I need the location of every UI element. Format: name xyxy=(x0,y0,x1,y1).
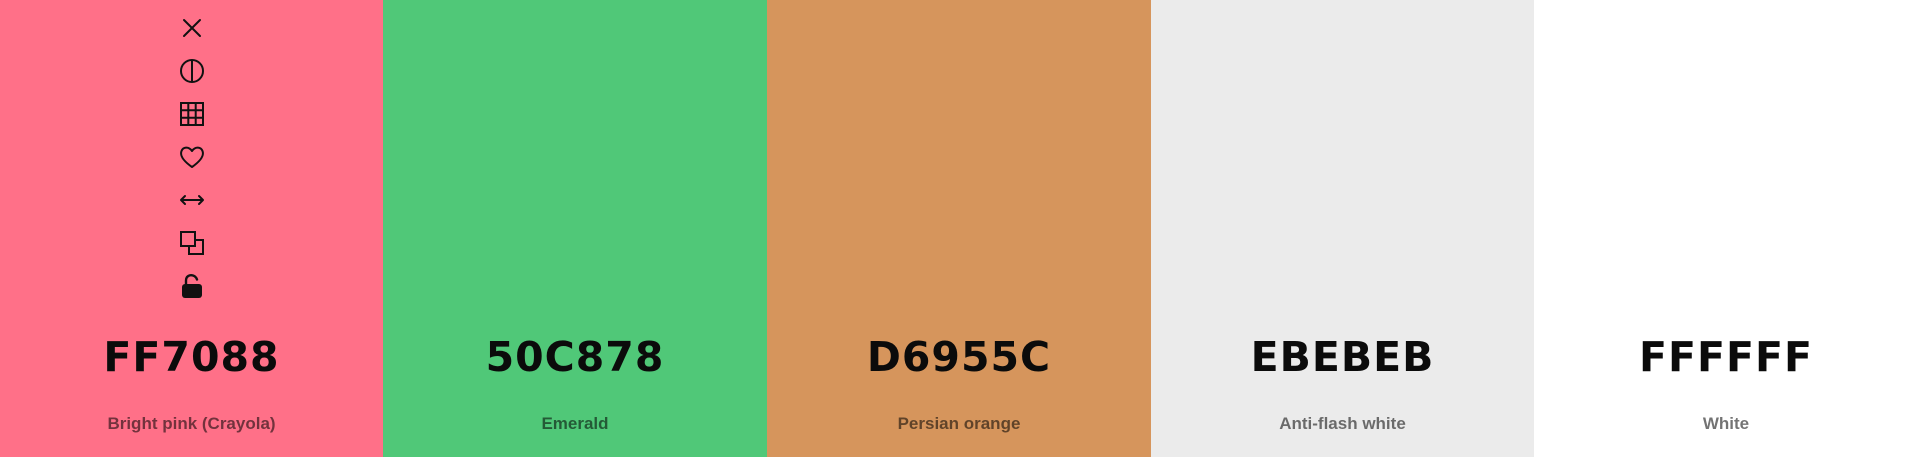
color-swatch-white[interactable]: FFFFFF White xyxy=(1534,0,1918,457)
hex-code[interactable]: EBEBEB xyxy=(1151,332,1534,382)
hex-code[interactable]: D6955C xyxy=(767,332,1151,382)
grid-icon xyxy=(179,102,204,126)
unlock-icon xyxy=(181,274,202,298)
color-swatch-emerald[interactable]: 50C878 Emerald xyxy=(383,0,767,457)
color-name: White xyxy=(1702,414,1750,433)
color-swatch-persian-orange[interactable]: D6955C Persian orange xyxy=(767,0,1151,457)
drag-handle[interactable] xyxy=(172,180,212,220)
arrows-horizontal-icon xyxy=(179,195,204,205)
hex-code[interactable]: FF7088 xyxy=(0,332,383,382)
heart-icon xyxy=(179,146,204,168)
color-swatch-anti-flash-white[interactable]: EBEBEB Anti-flash white xyxy=(1151,0,1534,457)
color-name: Emerald xyxy=(541,414,609,433)
view-grid-button[interactable] xyxy=(172,94,212,134)
swatch-toolbar xyxy=(0,8,383,309)
remove-color-button[interactable] xyxy=(172,8,212,48)
contrast-icon xyxy=(179,59,204,83)
color-name: Anti-flash white xyxy=(1279,414,1406,433)
color-name: Persian orange xyxy=(897,414,1021,433)
close-icon xyxy=(182,19,201,37)
copy-icon xyxy=(179,231,204,255)
copy-hex-button[interactable] xyxy=(172,223,212,263)
color-name: Bright pink (Crayola) xyxy=(107,414,276,433)
shades-button[interactable] xyxy=(172,51,212,91)
hex-code[interactable]: FFFFFF xyxy=(1534,332,1918,382)
hex-code[interactable]: 50C878 xyxy=(383,332,767,382)
favorite-button[interactable] xyxy=(172,137,212,177)
lock-toggle-button[interactable] xyxy=(172,266,212,306)
color-palette: FF7088 Bright pink (Crayola) 50C878 Emer… xyxy=(0,0,1918,457)
color-swatch-bright-pink[interactable]: FF7088 Bright pink (Crayola) xyxy=(0,0,383,457)
